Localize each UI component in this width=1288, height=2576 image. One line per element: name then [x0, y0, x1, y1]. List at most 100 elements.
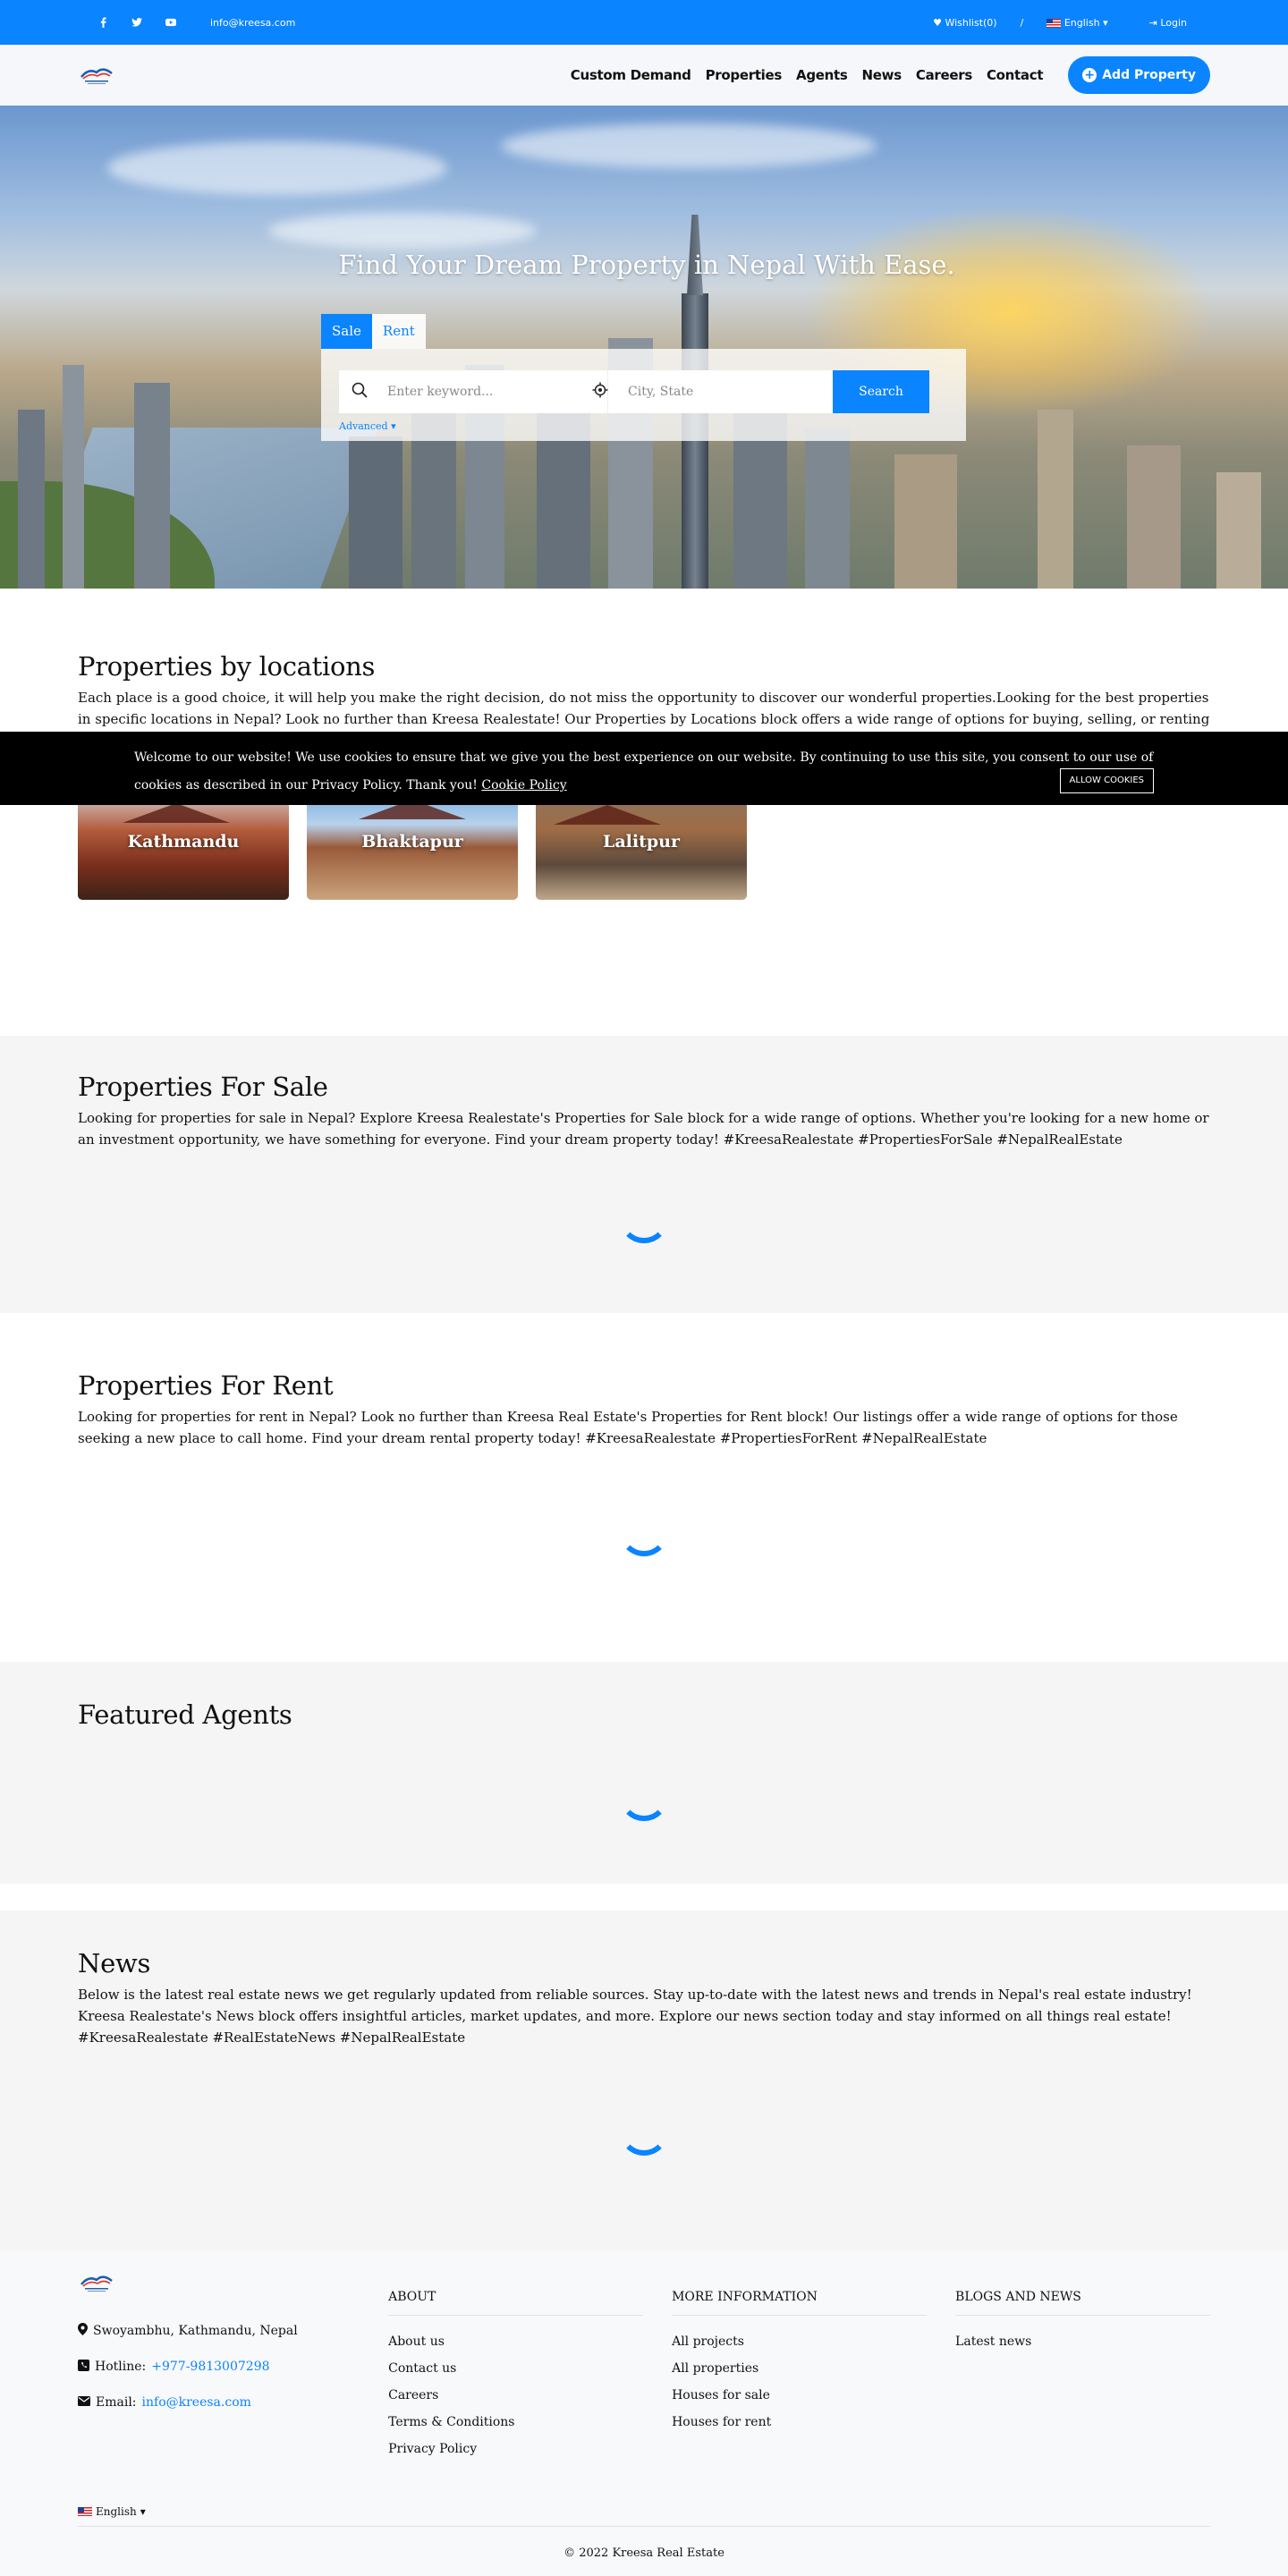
nav-item-careers[interactable]: Careers [916, 67, 972, 83]
hero-building [1038, 410, 1073, 589]
youtube-icon[interactable] [165, 17, 176, 28]
footer-email: Email: info@kreesa.com [78, 2385, 360, 2420]
section-title: Properties For Sale [78, 1072, 328, 1102]
copyright: © 2022 Kreesa Real Estate [564, 2546, 724, 2560]
address-text: Swoyambhu, Kathmandu, Nepal [93, 2324, 298, 2338]
property-search: Sale Rent Enter keyword... City, State S… [321, 314, 966, 441]
site-footer: Swoyambhu, Kathmandu, Nepal Hotline: +97… [0, 2250, 1288, 2576]
footer-heading: MORE INFORMATION [672, 2290, 928, 2316]
hero-building [1127, 445, 1181, 589]
footer-more-information: MORE INFORMATION All projects All proper… [672, 2272, 928, 2462]
site-logo[interactable] [80, 64, 114, 86]
location-field[interactable]: City, State [592, 370, 833, 413]
login-link[interactable]: ⇥ Login [1149, 17, 1187, 29]
footer-heading: ABOUT [388, 2290, 644, 2316]
add-property-button[interactable]: + Add Property [1068, 56, 1210, 94]
nav-item-agents[interactable]: Agents [796, 67, 848, 83]
nav-links: Custom Demand Properties Agents News Car… [571, 67, 1044, 83]
location-card-label: Bhaktapur [361, 832, 463, 852]
wishlist-label: Wishlist(0) [945, 16, 997, 29]
add-property-label: Add Property [1102, 68, 1196, 82]
hero-cloud [268, 213, 537, 249]
search-button[interactable]: Search [833, 370, 929, 413]
search-icon [352, 382, 368, 402]
hotline-label: Hotline: [95, 2360, 147, 2374]
tab-rent[interactable]: Rent [371, 314, 426, 349]
cookie-message: Welcome to our website! We use cookies t… [134, 750, 1154, 792]
section-title: Properties by locations [78, 651, 376, 682]
email-link[interactable]: info@kreesa.com [142, 2395, 251, 2410]
advanced-search-toggle[interactable]: Advanced ▾ [339, 420, 948, 432]
wishlist-link[interactable]: ♥ Wishlist(0) [933, 17, 997, 29]
properties-for-rent: Properties For Rent Looking for properti… [0, 1313, 1288, 1662]
hero-building [1216, 472, 1261, 589]
footer-link-terms[interactable]: Terms & Conditions [388, 2409, 643, 2436]
language-dropdown[interactable]: English ▾ [1046, 17, 1108, 29]
keyword-placeholder: Enter keyword... [387, 385, 494, 399]
twitter-icon[interactable] [131, 17, 142, 28]
email-label: Email: [96, 2395, 137, 2410]
loading-spinner [619, 2106, 669, 2156]
temple-roof [123, 803, 230, 823]
footer-heading: BLOGS AND NEWS [955, 2290, 1211, 2316]
nav-item-contact[interactable]: Contact [987, 67, 1044, 83]
footer-divider [78, 2526, 1210, 2527]
hero-building [134, 383, 170, 589]
footer-link-latest-news[interactable]: Latest news [955, 2328, 1210, 2355]
location-placeholder: City, State [628, 385, 694, 399]
nav-item-custom-demand[interactable]: Custom Demand [571, 67, 691, 83]
news-section: News Below is the latest real estate new… [0, 1911, 1288, 2250]
hero-building [18, 410, 45, 589]
footer-link-all-projects[interactable]: All projects [672, 2328, 927, 2355]
us-flag-icon [1046, 18, 1062, 28]
footer-link-houses-rent[interactable]: Houses for rent [672, 2409, 927, 2436]
social-links [97, 17, 176, 28]
footer-link-careers[interactable]: Careers [388, 2382, 643, 2409]
hotline-link[interactable]: +977-9813007298 [151, 2360, 269, 2374]
envelope-icon [78, 2395, 90, 2410]
section-description: Below is the latest real estate news we … [78, 1987, 1192, 2046]
nav-item-properties[interactable]: Properties [706, 67, 783, 83]
section-title: Featured Agents [78, 1699, 292, 1730]
featured-agents: Featured Agents [0, 1662, 1288, 1884]
location-card-label: Lalitpur [603, 832, 680, 852]
facebook-icon[interactable] [97, 17, 108, 28]
footer-language-dropdown[interactable]: English ▾ [78, 2505, 1210, 2518]
section-title: News [78, 1948, 151, 1979]
footer-link-contact-us[interactable]: Contact us [388, 2355, 643, 2382]
search-panel: Enter keyword... City, State Search Adva… [321, 349, 966, 441]
hero-cloud [501, 123, 877, 168]
footer-address: Swoyambhu, Kathmandu, Nepal [78, 2313, 360, 2349]
nav-item-news[interactable]: News [862, 67, 902, 83]
cookie-policy-link[interactable]: Cookie Policy [481, 778, 566, 792]
footer-link-all-properties[interactable]: All properties [672, 2355, 927, 2382]
footer-link-about-us[interactable]: About us [388, 2328, 643, 2355]
footer-link-privacy[interactable]: Privacy Policy [388, 2436, 643, 2462]
section-description: Looking for properties for sale in Nepal… [78, 1110, 1209, 1148]
footer-link-houses-sale[interactable]: Houses for sale [672, 2382, 927, 2409]
allow-cookies-button[interactable]: ALLOW COOKIES [1059, 768, 1154, 793]
hero-building [63, 365, 84, 589]
top-bar: info@kreesa.com ♥ Wishlist(0) / English … [0, 0, 1288, 45]
login-label: Login [1160, 16, 1187, 29]
temple-roof [554, 805, 661, 825]
footer-logo[interactable] [80, 2272, 114, 2293]
location-card-label: Kathmandu [127, 832, 240, 852]
loading-spinner [619, 1193, 669, 1243]
hero-building [894, 454, 957, 589]
crosshair-icon [592, 382, 608, 402]
hero-title: Find Your Dream Property in Nepal With E… [338, 250, 955, 280]
main-nav: Custom Demand Properties Agents News Car… [0, 45, 1288, 106]
keyword-field[interactable]: Enter keyword... [339, 370, 607, 413]
loading-spinner [619, 1771, 669, 1821]
properties-for-sale: Properties For Sale Looking for properti… [0, 1036, 1288, 1313]
hero-building [805, 428, 850, 589]
cookie-text: Welcome to our website! We use cookies t… [134, 744, 1154, 800]
tab-sale[interactable]: Sale [321, 314, 372, 349]
topbar-email[interactable]: info@kreesa.com [210, 17, 295, 29]
footer-about: ABOUT About us Contact us Careers Terms … [388, 2272, 644, 2462]
section-description: Looking for properties for rent in Nepal… [78, 1409, 1178, 1446]
caret-down-icon: ▾ [391, 420, 396, 432]
map-marker-icon [78, 2323, 88, 2339]
advanced-label: Advanced [339, 420, 388, 432]
